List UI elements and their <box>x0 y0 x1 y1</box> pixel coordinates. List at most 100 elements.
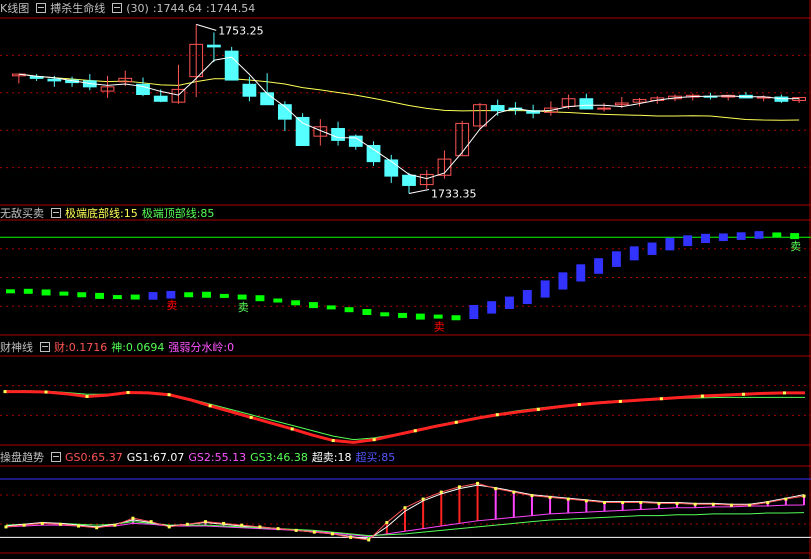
gs3-value: GS3:46.38 <box>250 451 308 464</box>
gs0-marker <box>675 501 679 505</box>
signal-bar <box>255 295 265 302</box>
signal-bar <box>344 307 354 313</box>
cai-marker <box>167 393 171 397</box>
signal-bar <box>308 302 318 309</box>
signal-bar <box>380 312 390 317</box>
cai-marker <box>44 390 48 394</box>
gs0-marker <box>766 501 770 505</box>
oversold-value: 超卖:18 <box>311 451 352 464</box>
life-line-white <box>18 56 800 180</box>
signal-bar <box>558 272 568 290</box>
gs0-marker <box>457 485 461 489</box>
sell-marker: 卖 <box>790 240 801 253</box>
gs0-marker <box>77 524 81 528</box>
gs0-marker <box>113 523 117 527</box>
signal-bar <box>202 291 211 298</box>
cai-marker <box>126 390 130 394</box>
panel-title[interactable]: 无敌买卖 <box>0 207 44 220</box>
signal-bar <box>166 290 176 299</box>
candle <box>260 92 275 106</box>
candle <box>47 78 62 82</box>
cai-marker <box>331 439 335 443</box>
gs0-marker <box>40 521 44 525</box>
cai-marker <box>249 415 253 419</box>
gs0-marker <box>222 521 226 525</box>
gs0-marker <box>58 522 62 526</box>
indicator-params: (30) <box>126 2 149 15</box>
gs0-marker <box>185 522 189 526</box>
cai-marker <box>536 407 540 411</box>
cai-marker <box>413 429 417 433</box>
gs0-marker <box>476 481 480 485</box>
gs0-marker <box>367 538 371 542</box>
panel-title[interactable]: K线图 <box>0 2 29 15</box>
signal-bar <box>291 300 301 306</box>
gs0-marker <box>639 501 643 505</box>
top-line-label: 极端顶部线 <box>141 207 197 220</box>
candle <box>402 174 416 186</box>
signal-bar <box>237 294 247 300</box>
gs0-marker <box>131 516 135 520</box>
cai-marker <box>577 403 581 407</box>
signal-bar <box>6 289 15 294</box>
signal-bar <box>362 309 372 315</box>
signal-bar <box>273 298 283 303</box>
gs0-marker <box>439 490 443 494</box>
candle <box>366 145 381 163</box>
qiangruo-value: 强弱分水岭:0 <box>168 341 235 354</box>
gs0-value: GS0:65.37 <box>65 451 123 464</box>
gs0-marker <box>693 502 697 506</box>
signal-bar <box>398 312 407 318</box>
gs0-marker <box>240 523 244 527</box>
cai-marker <box>618 399 622 403</box>
gs0-marker <box>748 503 752 507</box>
kline-header: K线图 搏杀生命线 (30):1744.64:1744.54 <box>0 2 259 16</box>
gs0-marker <box>385 521 389 525</box>
cai-marker <box>741 392 745 396</box>
sell-marker: 卖 <box>166 299 177 312</box>
gs0-marker <box>784 497 788 501</box>
collapse-icon[interactable] <box>40 342 50 352</box>
gs0-marker <box>621 501 625 505</box>
indicator-name[interactable]: 搏杀生命线 <box>50 2 105 15</box>
sell-marker: 卖 <box>434 321 445 334</box>
candle <box>242 83 257 97</box>
panel-title[interactable]: 操盘趋势 <box>0 451 44 464</box>
collapse-icon[interactable] <box>51 452 61 462</box>
signal-bar <box>95 292 105 299</box>
signal-bar <box>219 293 229 298</box>
cai-marker <box>85 394 89 398</box>
gs0-marker <box>657 501 661 505</box>
signal-bar <box>701 233 710 243</box>
signal-bar <box>59 291 69 296</box>
signal-bar <box>77 292 87 298</box>
candle <box>207 44 221 48</box>
gs0-marker <box>312 530 316 534</box>
gs0-marker <box>276 527 280 531</box>
signal-bar <box>23 288 33 294</box>
candle <box>597 107 611 110</box>
gs0-marker <box>584 499 588 503</box>
candle <box>490 105 505 112</box>
collapse-icon[interactable] <box>51 208 61 218</box>
gs0-marker <box>22 523 26 527</box>
signal-bar <box>184 292 194 298</box>
indicator-value-2: :1744.54 <box>206 2 256 15</box>
cai-marker <box>290 427 294 431</box>
candle <box>224 50 239 81</box>
panel-title[interactable]: 财神线 <box>0 341 33 354</box>
collapse-icon[interactable] <box>36 3 47 13</box>
gs0-marker <box>403 506 407 510</box>
signal-bar <box>487 301 497 314</box>
gs2-value: GS2:55.13 <box>188 451 247 464</box>
sell-marker: 卖 <box>238 301 249 314</box>
signal-bar <box>736 232 746 240</box>
signal-bar <box>433 314 443 319</box>
candle <box>295 116 310 146</box>
cai-marker <box>372 438 376 442</box>
collapse-icon[interactable] <box>112 3 123 13</box>
gs1-value: GS1:67.07 <box>126 451 185 464</box>
signal-bar <box>611 251 621 267</box>
signal-bar <box>451 315 461 321</box>
candle <box>331 128 345 141</box>
